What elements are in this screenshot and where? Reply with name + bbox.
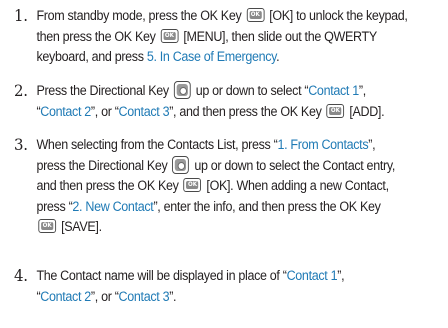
text-segment: [OK]. When adding a new Contact,	[203, 178, 389, 193]
highlighted-term: 1. From Contacts	[277, 137, 369, 152]
step-2: 2. Press the Directional Key up or down …	[14, 81, 418, 122]
ok-key-label: OK	[187, 181, 198, 188]
ok-key-icon: OK	[183, 178, 202, 192]
text-segment: then press the OK Key	[36, 28, 159, 44]
step-body: From standby mode, press the OK Key OK […	[36, 6, 417, 68]
text-segment: When selecting from the Contacts List, p…	[36, 137, 278, 152]
text-line: “Contact 2”, or “Contact 3”.	[36, 287, 417, 308]
text-segment: [ADD].	[346, 103, 385, 119]
step-body: The Contact name will be displayed in pl…	[36, 266, 417, 307]
highlighted-term: Contact 2	[40, 288, 91, 304]
step-number: 1.	[14, 6, 28, 25]
ok-key-label: OK	[250, 11, 260, 18]
ok-key-icon: OK	[38, 219, 57, 233]
step-number: 3.	[14, 135, 28, 154]
text-segment: ”, or “	[90, 103, 119, 119]
text-segment: ”,	[368, 137, 376, 152]
text-segment: keyboard, and press	[36, 49, 147, 64]
step-number: 2.	[14, 81, 28, 100]
ok-key-label: OK	[164, 31, 175, 39]
text-segment: Press the Directional Key	[36, 83, 172, 98]
text-segment: [OK] to unlock the keypad,	[266, 8, 408, 23]
step-body: Press the Directional Key up or down to …	[36, 81, 417, 122]
step-3: 3. When selecting from the Contacts List…	[14, 135, 418, 238]
text-segment: ”, or “	[90, 288, 119, 304]
text-segment: ”.	[169, 288, 177, 304]
highlighted-term: Contact 1	[286, 268, 338, 283]
highlighted-term: 2. New Contact	[72, 198, 154, 214]
directional-key-icon	[173, 81, 191, 99]
text-line: From standby mode, press the OK Key OK […	[36, 6, 417, 27]
text-segment: From standby mode, press the OK Key	[36, 8, 245, 23]
step-4: 4. The Contact name will be displayed in…	[14, 266, 418, 307]
text-line: press the Directional Key up or down to …	[36, 155, 417, 177]
text-line: The Contact name will be displayed in pl…	[36, 266, 417, 287]
ok-key-icon: OK	[326, 103, 345, 118]
text-segment: .	[276, 49, 280, 64]
step-number: 4.	[14, 266, 28, 285]
text-line: and then press the OK Key OK [OK]. When …	[36, 176, 417, 197]
step-body: When selecting from the Contacts List, p…	[36, 135, 417, 238]
manual-page: 1. From standby mode, press the OK Key O…	[0, 0, 448, 328]
text-segment: up or down to select the Contact entry,	[191, 157, 395, 173]
step-1: 1. From standby mode, press the OK Key O…	[14, 6, 418, 68]
text-line: keyboard, and press 5. In Case of Emerge…	[36, 47, 417, 68]
highlighted-term: Contact 3	[118, 288, 170, 304]
highlighted-term: 5. In Case of Emergency	[146, 49, 277, 64]
text-segment: ”,	[337, 268, 345, 283]
text-segment: ”,	[358, 83, 366, 98]
text-line: press “2. New Contact”, enter the info, …	[36, 197, 417, 218]
highlighted-term: Contact 2	[40, 103, 91, 119]
text-segment: ”, enter the info, and then press the OK…	[153, 198, 381, 214]
ok-key-label: OK	[330, 106, 340, 114]
directional-key-icon	[172, 155, 190, 174]
ok-key-icon: OK	[246, 8, 265, 22]
text-line: then press the OK Key OK [MENU], then sl…	[36, 27, 417, 48]
text-line: Press the Directional Key up or down to …	[36, 81, 417, 102]
text-line: When selecting from the Contacts List, p…	[36, 135, 417, 156]
text-segment: [SAVE].	[57, 219, 102, 234]
text-segment: press the Directional Key	[36, 157, 171, 173]
text-segment: and then press the OK Key	[36, 178, 182, 193]
highlighted-term: Contact 3	[118, 103, 170, 119]
text-line: OK [SAVE].	[36, 217, 417, 238]
ok-key-label: OK	[42, 222, 52, 229]
text-segment: up or down to select “	[192, 83, 309, 98]
text-segment: ”, and then press the OK Key	[169, 103, 325, 119]
ok-key-icon: OK	[160, 28, 179, 43]
text-segment: The Contact name will be displayed in pl…	[36, 268, 287, 283]
text-segment: press “	[36, 198, 73, 214]
text-segment: [MENU], then slide out the QWERTY	[180, 28, 377, 44]
highlighted-term: Contact 1	[308, 83, 359, 98]
text-line: “Contact 2”, or “Contact 3”, and then pr…	[36, 102, 417, 123]
